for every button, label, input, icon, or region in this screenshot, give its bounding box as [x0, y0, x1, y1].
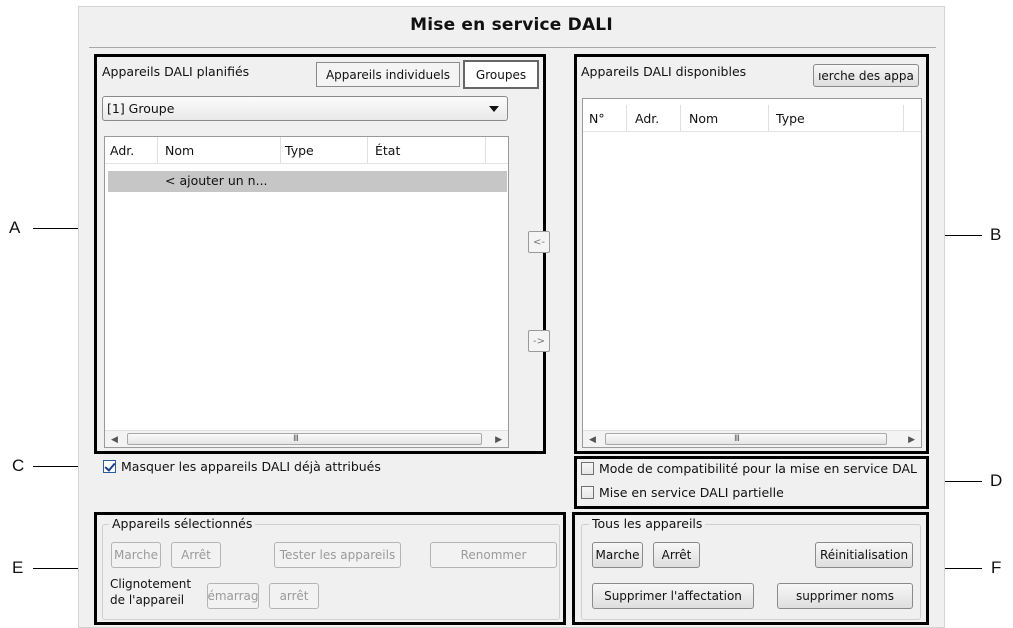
tab-groups[interactable]: Groupes	[463, 60, 539, 89]
planned-devices-list[interactable]: Adr. Nom Type État < ajouter un n... ◀ I…	[104, 136, 509, 448]
chevron-down-icon	[489, 106, 499, 112]
col-number[interactable]: N°	[589, 111, 605, 126]
reset-button[interactable]: Réinitialisation	[815, 542, 913, 568]
hide-assigned-checkbox[interactable]	[103, 460, 116, 473]
group-select-value: [1] Groupe	[107, 101, 175, 116]
available-devices-label: Appareils DALI disponibles	[581, 64, 747, 79]
compat-mode-checkbox[interactable]	[581, 462, 594, 475]
blink-label-line1: Clignotement	[110, 577, 192, 591]
col-name[interactable]: Nom	[689, 111, 718, 126]
col-state[interactable]: État	[375, 143, 400, 158]
available-list-header: N° Adr. Nom Type	[583, 105, 921, 132]
available-devices-list[interactable]: N° Adr. Nom Type ◀ III ▶	[582, 98, 922, 448]
available-list-hscrollbar[interactable]: ◀ III ▶	[583, 430, 921, 447]
add-device-label: < ajouter un n...	[165, 173, 268, 188]
scroll-right-icon[interactable]: ▶	[495, 435, 502, 445]
scroll-grip-icon: III	[293, 434, 299, 444]
off-button[interactable]: Arrêt	[171, 542, 221, 568]
callout-d: D	[990, 471, 1003, 490]
col-address[interactable]: Adr.	[110, 143, 134, 158]
blink-label-line2: de l'appareil	[110, 593, 185, 607]
group-select[interactable]: [1] Groupe	[102, 96, 508, 121]
all-devices-title: Tous les appareils	[589, 516, 706, 531]
all-off-button[interactable]: Arrêt	[653, 542, 700, 568]
scroll-left-icon[interactable]: ◀	[111, 435, 118, 445]
col-type[interactable]: Type	[285, 143, 314, 158]
delete-assignment-button[interactable]: Supprimer l'affectation	[592, 583, 754, 609]
scroll-thumb[interactable]: III	[605, 433, 887, 445]
callout-f: F	[991, 558, 1002, 577]
selected-devices-title: Appareils sélectionnés	[109, 516, 256, 531]
scroll-right-icon[interactable]: ▶	[908, 435, 915, 445]
partial-commissioning-checkbox[interactable]	[581, 486, 594, 499]
compat-mode-label: Mode de compatibilité pour la mise en se…	[599, 461, 918, 476]
title-divider	[89, 47, 936, 48]
col-address[interactable]: Adr.	[635, 111, 659, 126]
tab-individual-devices[interactable]: Appareils individuels	[316, 62, 460, 87]
test-devices-button[interactable]: Tester les appareils	[274, 542, 401, 568]
col-name[interactable]: Nom	[165, 143, 194, 158]
rename-button[interactable]: Renommer	[430, 542, 557, 568]
on-button[interactable]: Marche	[111, 542, 161, 568]
planned-devices-label: Appareils DALI planifiés	[102, 64, 250, 79]
callout-c: C	[12, 456, 25, 475]
move-right-button[interactable]: ->	[528, 330, 550, 352]
scroll-grip-icon: III	[734, 434, 740, 444]
planned-list-hscrollbar[interactable]: ◀ III ▶	[105, 430, 508, 447]
scroll-left-icon[interactable]: ◀	[589, 435, 596, 445]
callout-a: A	[9, 218, 21, 237]
blink-start-button[interactable]: émarrag	[207, 583, 259, 609]
add-device-row[interactable]: < ajouter un n...	[108, 171, 507, 192]
scroll-thumb[interactable]: III	[127, 433, 482, 445]
callout-b: B	[990, 225, 1002, 244]
blink-stop-button[interactable]: arrêt	[269, 583, 319, 609]
partial-commissioning-label: Mise en service DALI partielle	[599, 485, 784, 500]
callout-e: E	[12, 558, 24, 577]
move-left-button[interactable]: <-	[528, 231, 550, 253]
search-devices-button[interactable]: ıerche des appa	[813, 64, 919, 87]
hide-assigned-label: Masquer les appareils DALI déjà attribué…	[121, 459, 381, 474]
planned-list-header: Adr. Nom Type État	[105, 137, 508, 164]
col-type[interactable]: Type	[776, 111, 805, 126]
delete-names-button[interactable]: supprimer noms	[777, 583, 913, 609]
dialog-title: Mise en service DALI	[410, 15, 613, 35]
all-on-button[interactable]: Marche	[592, 542, 643, 568]
